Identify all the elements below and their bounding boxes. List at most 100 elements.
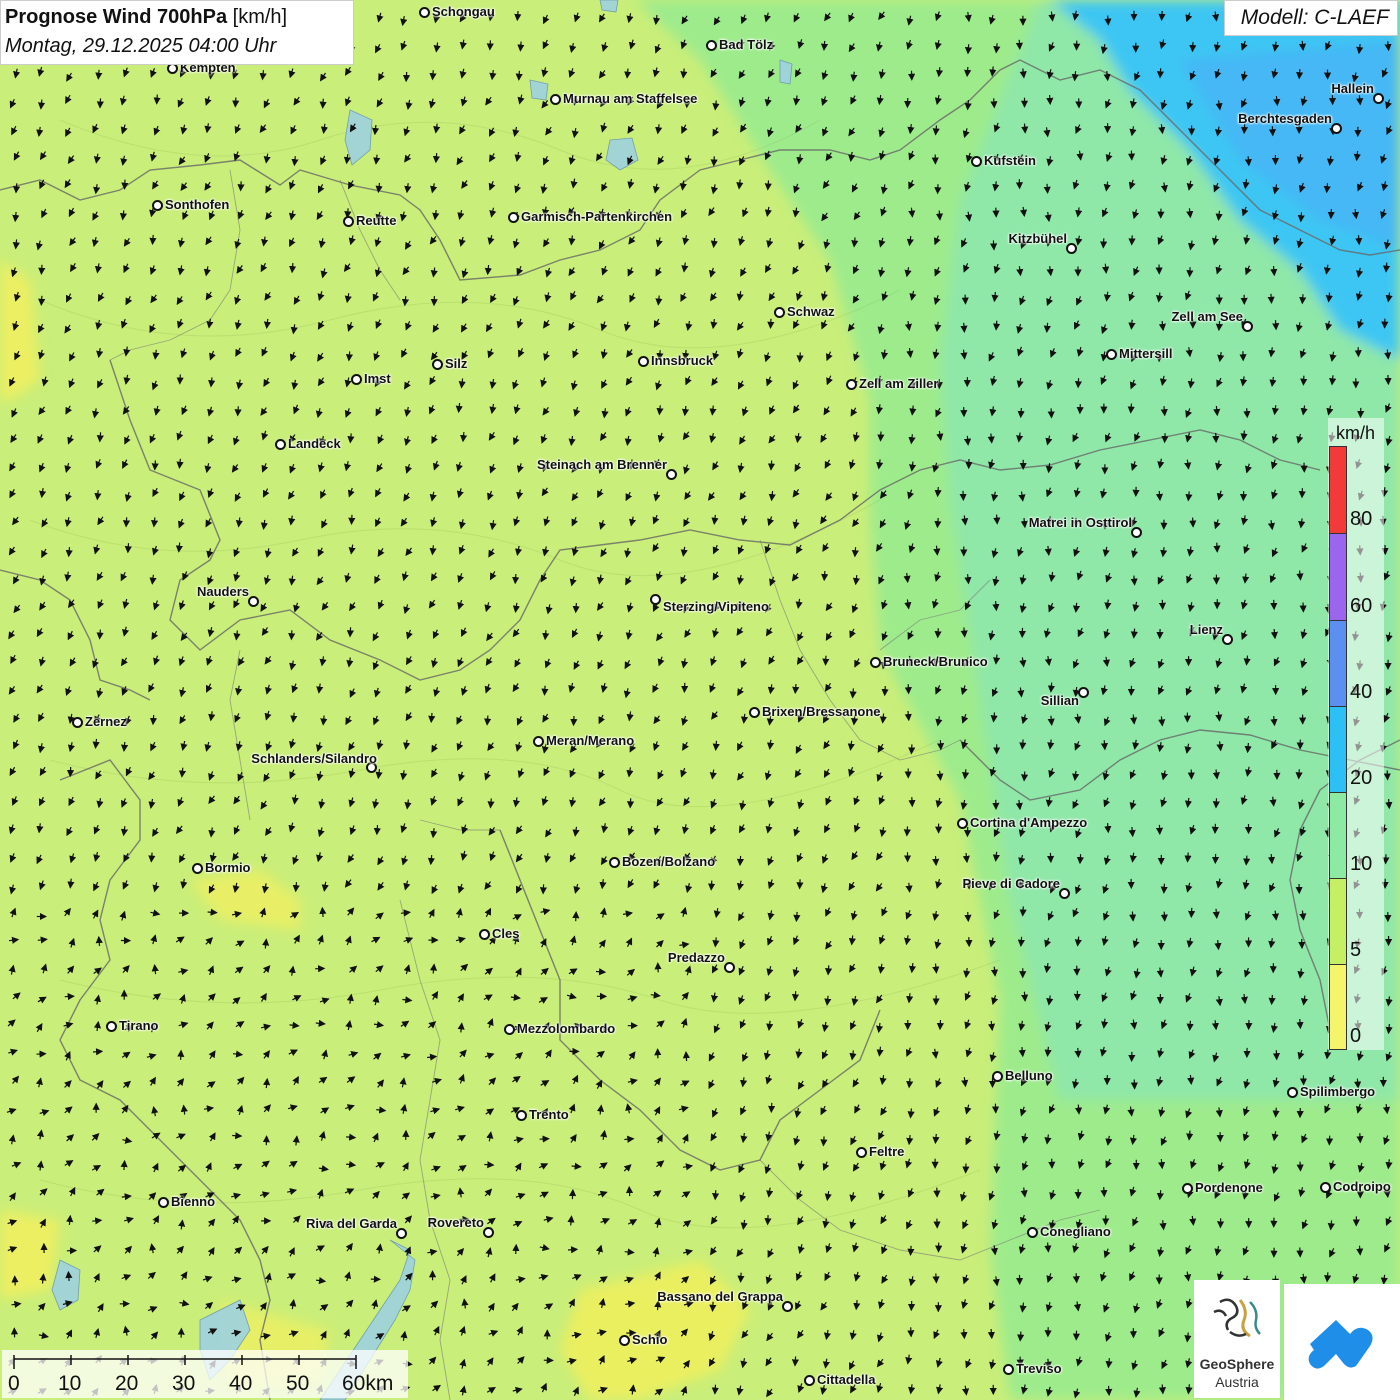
- city-marker: [1003, 1364, 1014, 1375]
- wind-arrow: [1160, 406, 1168, 417]
- wind-arrow: [1128, 235, 1136, 246]
- legend-label-80: 80: [1350, 508, 1373, 530]
- legend-swatch-60: [1329, 533, 1347, 621]
- wind-arrow: [1243, 408, 1251, 419]
- logo-name: GeoSphere: [1199, 1356, 1275, 1372]
- wind-arrow: [65, 1270, 73, 1282]
- wind-arrow: [486, 40, 494, 51]
- wind-arrow: [1189, 517, 1197, 528]
- city-label: Bad Tölz: [719, 37, 774, 52]
- title-panel: Prognose Wind 700hPa [km/h] Montag, 29.1…: [0, 0, 354, 65]
- wind-arrow: [1324, 1272, 1332, 1283]
- wind-arrow: [708, 880, 716, 891]
- wind-arrow: [626, 798, 635, 809]
- wind-arrow: [907, 1245, 915, 1256]
- wind-arrow: [1296, 1019, 1304, 1030]
- wind-arrow: [514, 11, 522, 22]
- city-marker: [72, 717, 83, 728]
- wind-arrow: [289, 263, 297, 274]
- wind-arrow: [1020, 771, 1029, 782]
- wind-arrow: [207, 908, 218, 916]
- wind-arrow: [96, 432, 104, 443]
- wind-arrow: [122, 517, 131, 528]
- wind-arrow: [793, 911, 801, 923]
- city-label: Mezzolombardo: [517, 1021, 616, 1036]
- city-marker: [856, 1147, 867, 1158]
- wind-arrow: [319, 906, 327, 918]
- wind-arrow: [824, 965, 833, 976]
- city-label: Kitzbühel: [1008, 231, 1068, 246]
- wind-arrow: [232, 1132, 243, 1140]
- wind-arrow: [36, 1050, 47, 1058]
- city-marker: [706, 40, 717, 51]
- wind-arrow: [1214, 940, 1222, 951]
- wind-arrow: [402, 71, 411, 83]
- model-panel: Modell: C-LAEF: [1224, 0, 1398, 36]
- wind-arrow: [712, 1190, 720, 1201]
- scale-label-0: 0: [8, 1372, 20, 1395]
- wind-arrow: [881, 686, 889, 697]
- wind-arrow: [288, 630, 296, 641]
- wind-arrow: [936, 740, 945, 751]
- wind-arrow: [541, 685, 549, 696]
- wind-arrow: [1072, 1273, 1080, 1284]
- wind-arrow: [65, 547, 73, 558]
- wind-arrow: [1161, 433, 1169, 444]
- wind-arrow: [484, 715, 492, 726]
- wind-arrow: [1268, 994, 1276, 1006]
- wind-arrow: [121, 179, 129, 190]
- wind-arrow: [934, 628, 942, 639]
- wind-arrow: [346, 1133, 357, 1141]
- wind-arrow: [960, 322, 968, 333]
- wind-arrow: [1356, 1245, 1364, 1256]
- city-marker: [158, 1197, 169, 1208]
- wind-arrow: [934, 518, 942, 529]
- scale-ruler: [13, 1355, 357, 1369]
- cloud-arrow-icon: [1308, 1320, 1373, 1369]
- city-label: Silz: [445, 356, 468, 371]
- wind-arrow: [1212, 798, 1220, 809]
- city-label: Murnau am Staffelsee: [563, 91, 698, 106]
- wind-arrow: [151, 460, 159, 471]
- wind-arrow: [903, 826, 911, 837]
- geosphere-logo[interactable]: GeoSphere Austria: [1194, 1280, 1280, 1398]
- city-label: Imst: [364, 371, 391, 386]
- wind-arrow: [92, 1048, 104, 1056]
- wind-arrow: [1272, 1107, 1280, 1118]
- city-marker: [1059, 888, 1070, 899]
- city-label: Feltre: [869, 1144, 905, 1159]
- wind-arrow: [1356, 95, 1364, 106]
- city-marker: [804, 1375, 815, 1386]
- city-marker: [1066, 243, 1077, 254]
- city-label: Bruneck/Brunico: [883, 654, 988, 669]
- wind-arrow: [120, 741, 129, 752]
- wind-arrow: [153, 94, 161, 105]
- wind-arrow: [625, 1185, 634, 1197]
- wind-arrow: [487, 798, 495, 809]
- legend-swatch-0: [1329, 964, 1347, 1050]
- wind-arrow: [624, 1135, 635, 1143]
- scale-label-50: 50: [286, 1372, 310, 1395]
- city-label: Tirano: [119, 1018, 159, 1033]
- wind-arrow: [1244, 156, 1252, 167]
- weather-app-logo[interactable]: [1284, 1284, 1400, 1400]
- city-label: Bormio: [205, 860, 251, 875]
- wind-arrow: [348, 514, 356, 525]
- wind-arrow: [292, 882, 300, 893]
- wind-arrow: [905, 882, 913, 893]
- wind-arrow: [987, 1328, 995, 1340]
- city-label: Schwaz: [787, 304, 835, 319]
- city-label: Bassano del Grappa: [657, 1289, 783, 1304]
- wind-arrow: [38, 264, 46, 275]
- city-marker: [483, 1227, 494, 1238]
- wind-arrow: [95, 935, 103, 947]
- wind-arrow: [767, 460, 776, 471]
- wind-arrow: [1104, 15, 1112, 26]
- city-label: Cles: [492, 926, 520, 941]
- wind-arrow: [796, 352, 804, 363]
- scale-label-20: 20: [115, 1372, 139, 1395]
- legend-label-20: 20: [1350, 767, 1373, 789]
- wind-arrow: [964, 911, 972, 923]
- wind-arrow: [1300, 375, 1308, 386]
- wind-arrow: [1156, 68, 1165, 79]
